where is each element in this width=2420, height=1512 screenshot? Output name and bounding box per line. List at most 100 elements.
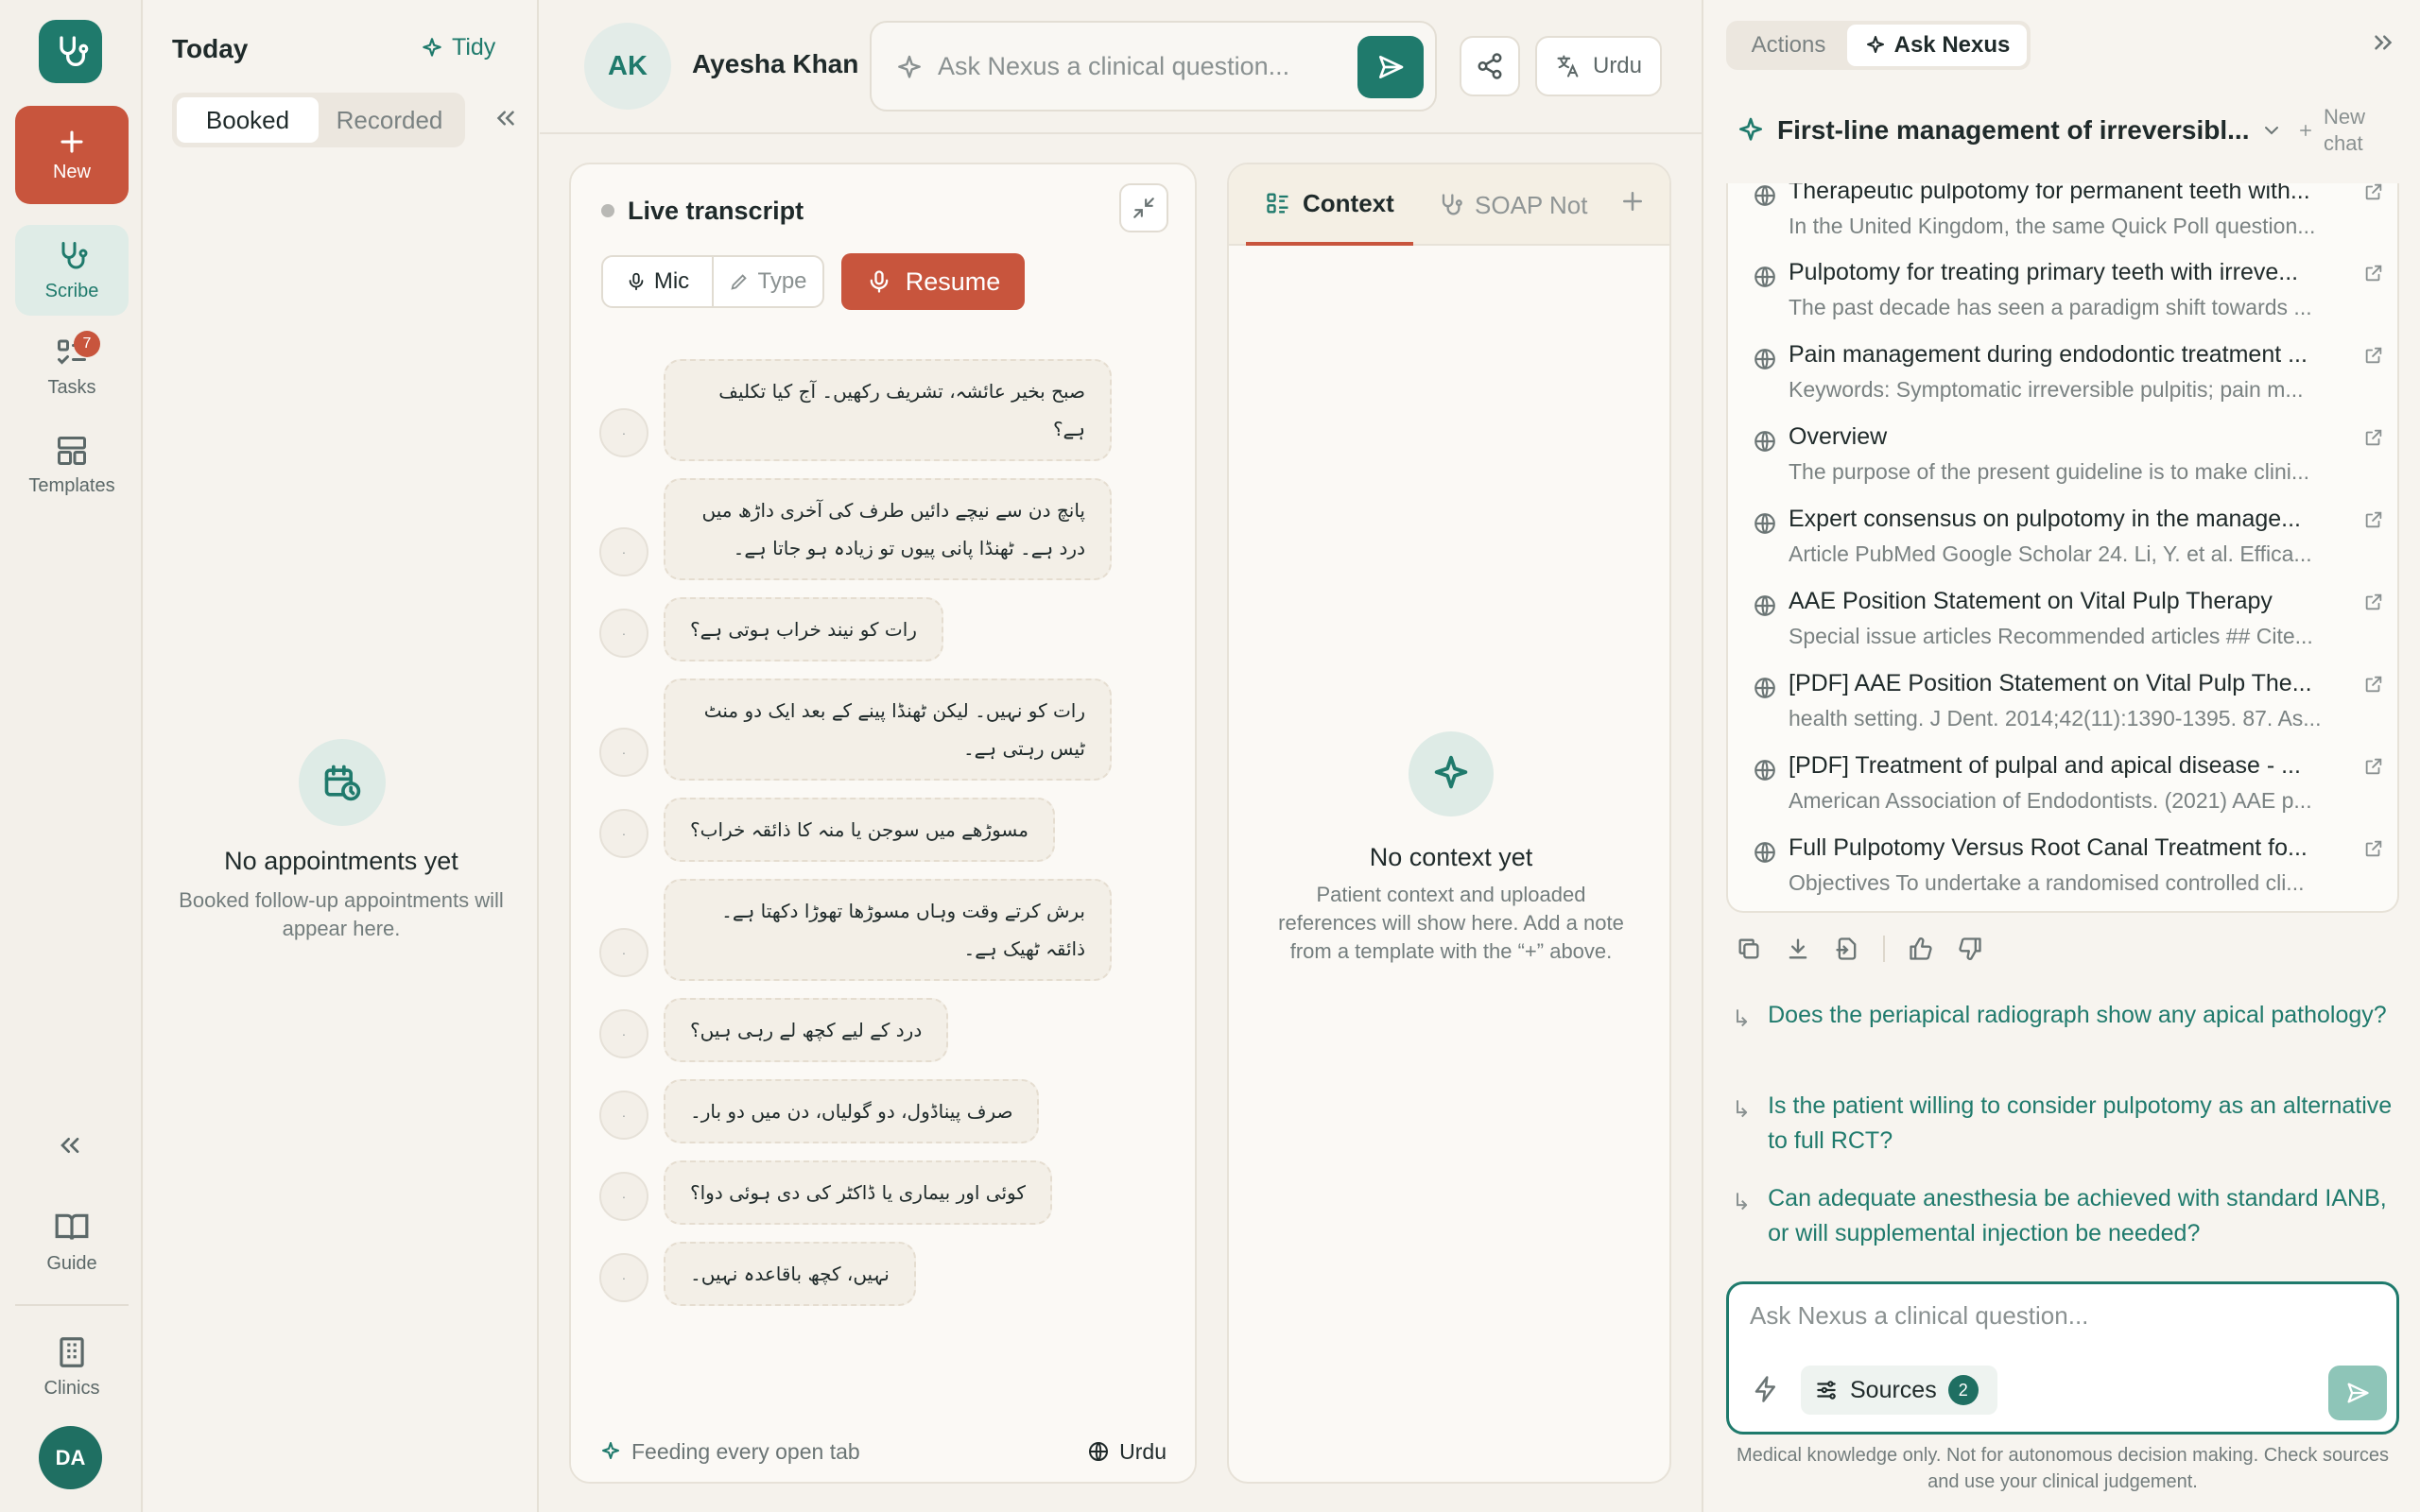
tab-ask-nexus[interactable]: Ask Nexus: [1847, 25, 2027, 66]
thumbs-down-icon[interactable]: [1957, 936, 1983, 962]
tab-recorded[interactable]: Recorded: [319, 97, 460, 143]
external-link-icon: [2365, 593, 2382, 610]
plus-icon: [1623, 192, 1642, 211]
tab-booked[interactable]: Booked: [177, 97, 319, 143]
tidy-button[interactable]: Tidy: [420, 34, 495, 61]
tab-soap-note[interactable]: SOAP Not: [1437, 164, 1598, 246]
pencil-icon: [731, 274, 748, 290]
lightning-icon[interactable]: [1752, 1375, 1780, 1403]
stethoscope-icon: [59, 35, 88, 66]
followup-suggestion[interactable]: ↳ Is the patient willing to consider pul…: [1732, 1089, 2394, 1159]
external-link-icon: [2365, 758, 2382, 775]
sources-button[interactable]: Sources 2: [1801, 1366, 1997, 1415]
insert-icon[interactable]: [1834, 936, 1860, 962]
speaker-dot: ·: [599, 1172, 648, 1221]
globe-icon: [1754, 185, 1775, 206]
rail-item-guide[interactable]: Guide: [15, 1196, 129, 1287]
source-item[interactable]: [PDF] Treatment of pulpal and apical dis…: [1728, 747, 2397, 829]
speaker-dot: ·: [599, 728, 648, 777]
send-button[interactable]: [1357, 36, 1424, 98]
source-excerpt: Special issue articles Recommended artic…: [1789, 624, 2313, 648]
globe-icon: [1754, 678, 1775, 698]
new-label: New: [52, 161, 91, 182]
app-logo[interactable]: [39, 20, 102, 83]
source-item[interactable]: Therapeutic pulpotomy for permanent teet…: [1728, 183, 2397, 254]
rail-item-templates[interactable]: Templates: [15, 420, 129, 510]
source-title: Overview: [1789, 423, 1888, 450]
mode-mic-button[interactable]: Mic: [603, 257, 714, 306]
plus-icon: [60, 129, 83, 153]
source-item[interactable]: Pulpotomy for treating primary teeth wit…: [1728, 253, 2397, 335]
speaker-dot: ·: [599, 1009, 648, 1058]
external-link-icon: [2365, 347, 2382, 364]
empty-appointments-subtitle: Booked follow-up appointments will appea…: [179, 888, 504, 940]
source-item[interactable]: Overview The purpose of the present guid…: [1728, 418, 2397, 500]
source-excerpt: American Association of Endodontists. (2…: [1789, 788, 2312, 813]
source-title: Pulpotomy for treating primary teeth wit…: [1789, 259, 2299, 285]
transcript-message: · رات کو نیند خراب ہوتی ہے؟: [571, 597, 1195, 662]
composer-input[interactable]: [1750, 1301, 2374, 1349]
external-link-icon: [2365, 183, 2382, 200]
globe-icon: [1754, 266, 1775, 287]
collapse-panel-button[interactable]: [2369, 28, 2397, 57]
response-actions: [1736, 936, 1983, 962]
rail-item-scribe[interactable]: Scribe: [15, 225, 129, 316]
new-button[interactable]: New: [15, 106, 129, 204]
context-card: Context SOAP Not No context yet Patient …: [1227, 163, 1671, 1484]
user-avatar[interactable]: DA: [39, 1426, 102, 1489]
send-icon: [1379, 56, 1404, 78]
new-chat-button[interactable]: New chat: [2297, 104, 2390, 157]
mode-type-button[interactable]: Type: [714, 257, 822, 306]
sparkle-icon: [602, 1442, 619, 1459]
minimize-button[interactable]: [1119, 183, 1168, 232]
composer-send-button[interactable]: [2328, 1366, 2387, 1420]
globe-icon: [1754, 431, 1775, 452]
book-icon: [55, 1213, 89, 1240]
chat-title-dropdown[interactable]: First-line management of irreversibl...: [1736, 115, 2283, 146]
globe-icon: [1754, 595, 1775, 616]
transcript-message: · پانچ دن سے نیچے دائیں طرف کی آخری داڑھ …: [571, 478, 1195, 580]
resume-button[interactable]: Resume: [841, 253, 1025, 310]
source-excerpt: The past decade has seen a paradigm shif…: [1789, 295, 2312, 319]
left-rail: New Scribe Tasks 7 Templates Guide Clini…: [0, 0, 143, 1512]
message-bubble: رات کو نہیں۔ لیکن ٹھنڈا پینے کے بعد ایک …: [664, 679, 1112, 781]
source-item[interactable]: Full Pulpotomy Versus Root Canal Treatme…: [1728, 829, 2397, 911]
stethoscope-icon: [1442, 194, 1462, 215]
appointments-tabs: Booked Recorded: [172, 93, 465, 147]
followup-text: Can adequate anesthesia be achieved with…: [1768, 1185, 2387, 1246]
transcript-messages[interactable]: · صبح بخیر عائشہ، تشریف رکھیں۔ آج کیا تکل…: [571, 359, 1195, 1414]
collapse-appointments-button[interactable]: [492, 104, 520, 132]
feeding-status: Feeding every open tab: [599, 1439, 860, 1465]
followup-suggestion[interactable]: ↳ Can adequate anesthesia be achieved wi…: [1732, 1181, 2394, 1251]
followup-text: Is the patient willing to consider pulpo…: [1768, 1092, 2393, 1154]
transcript-language[interactable]: Urdu: [1087, 1439, 1167, 1465]
add-tab-button[interactable]: [1618, 187, 1647, 215]
tab-actions[interactable]: Actions: [1730, 25, 1847, 66]
followup-suggestion[interactable]: ↳ Does the periapical radiograph show an…: [1732, 998, 2394, 1033]
source-item[interactable]: [PDF] AAE Position Statement on Vital Pu…: [1728, 664, 2397, 747]
source-excerpt: Objectives To undertake a randomised con…: [1789, 870, 2305, 895]
transcript-card: Live transcript Mic Type Resume · صبح بخی…: [569, 163, 1197, 1484]
source-item[interactable]: Pain management during endodontic treatm…: [1728, 335, 2397, 418]
share-button[interactable]: [1460, 36, 1520, 96]
mode-type-label: Type: [757, 268, 807, 294]
rail-item-clinics[interactable]: Clinics: [15, 1321, 129, 1412]
copy-icon[interactable]: [1736, 936, 1762, 962]
speaker-dot: ·: [599, 809, 648, 858]
tab-context[interactable]: Context: [1246, 164, 1413, 246]
collapse-rail-button[interactable]: [55, 1130, 85, 1160]
sources-count: 2: [1947, 1375, 1979, 1405]
patient-name[interactable]: Ayesha Khan: [692, 49, 858, 79]
ask-nexus-input[interactable]: [938, 47, 1335, 85]
sources-list[interactable]: Therapeutic pulpotomy for permanent teet…: [1726, 183, 2399, 913]
rail-item-tasks[interactable]: Tasks 7: [15, 321, 129, 412]
language-button[interactable]: Urdu: [1535, 36, 1662, 96]
source-item[interactable]: Expert consensus on pulpotomy in the man…: [1728, 500, 2397, 582]
thumbs-up-icon[interactable]: [1908, 936, 1934, 962]
speaker-dot: ·: [599, 609, 648, 658]
appointments-title: Today: [172, 34, 249, 63]
tasks-badge: 7: [74, 331, 100, 357]
download-icon[interactable]: [1785, 936, 1811, 962]
source-item[interactable]: AAE Position Statement on Vital Pulp The…: [1728, 582, 2397, 664]
transcript-message: · صبح بخیر عائشہ، تشریف رکھیں۔ آج کیا تکل…: [571, 359, 1195, 461]
